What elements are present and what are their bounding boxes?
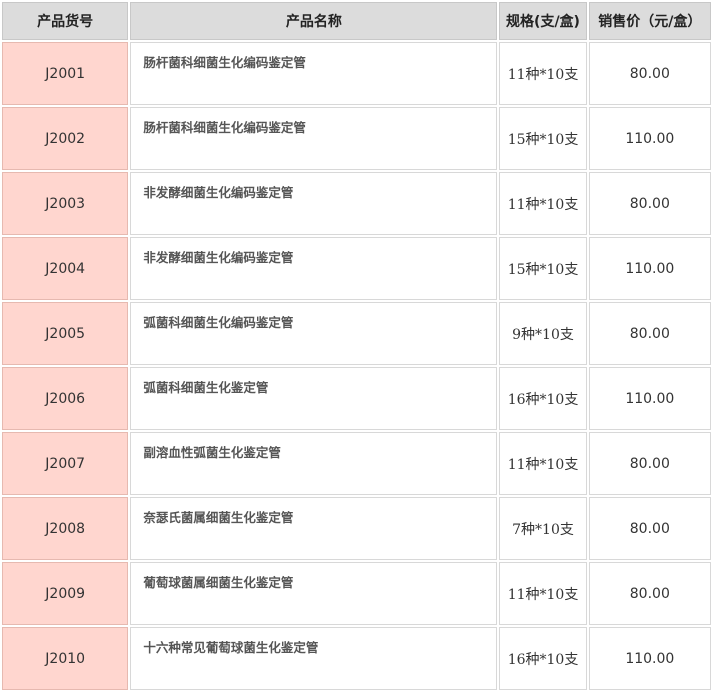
table-row: J2001 肠杆菌科细菌生化编码鉴定管 11种*10支 80.00	[2, 42, 711, 105]
product-spec: 16种*10支	[499, 627, 587, 690]
product-name: 非发酵细菌生化编码鉴定管	[130, 237, 498, 300]
table-row: J2007 副溶血性弧菌生化鉴定管 11种*10支 80.00	[2, 432, 711, 495]
product-name: 非发酵细菌生化编码鉴定管	[130, 172, 498, 235]
product-price: 80.00	[588, 562, 711, 625]
product-price: 80.00	[588, 497, 711, 560]
product-price: 110.00	[588, 627, 711, 690]
product-spec: 11种*10支	[499, 562, 587, 625]
product-name: 葡萄球菌属细菌生化鉴定管	[130, 562, 498, 625]
product-price: 110.00	[588, 237, 711, 300]
header-product-name: 产品名称	[130, 2, 498, 40]
product-name: 肠杆菌科细菌生化编码鉴定管	[130, 107, 498, 170]
table-header-row: 产品货号 产品名称 规格(支/盒) 销售价（元/盒）	[2, 2, 711, 40]
product-code: J2004	[2, 237, 129, 300]
product-code: J2009	[2, 562, 129, 625]
product-price: 110.00	[588, 107, 711, 170]
product-code: J2002	[2, 107, 129, 170]
header-spec: 规格(支/盒)	[499, 2, 587, 40]
product-spec: 15种*10支	[499, 107, 587, 170]
product-price: 80.00	[588, 172, 711, 235]
product-name: 奈瑟氏菌属细菌生化鉴定管	[130, 497, 498, 560]
header-product-code: 产品货号	[2, 2, 129, 40]
product-spec: 16种*10支	[499, 367, 587, 430]
product-name: 弧菌科细菌生化鉴定管	[130, 367, 498, 430]
product-spec: 7种*10支	[499, 497, 587, 560]
product-spec: 11种*10支	[499, 172, 587, 235]
table-row: J2009 葡萄球菌属细菌生化鉴定管 11种*10支 80.00	[2, 562, 711, 625]
product-code: J2008	[2, 497, 129, 560]
product-name: 肠杆菌科细菌生化编码鉴定管	[130, 42, 498, 105]
product-price: 110.00	[588, 367, 711, 430]
table-row: J2004 非发酵细菌生化编码鉴定管 15种*10支 110.00	[2, 237, 711, 300]
product-spec: 15种*10支	[499, 237, 587, 300]
product-price: 80.00	[588, 302, 711, 365]
table-row: J2006 弧菌科细菌生化鉴定管 16种*10支 110.00	[2, 367, 711, 430]
table-row: J2008 奈瑟氏菌属细菌生化鉴定管 7种*10支 80.00	[2, 497, 711, 560]
product-code: J2007	[2, 432, 129, 495]
table-row: J2005 弧菌科细菌生化编码鉴定管 9种*10支 80.00	[2, 302, 711, 365]
table-row: J2002 肠杆菌科细菌生化编码鉴定管 15种*10支 110.00	[2, 107, 711, 170]
table-row: J2003 非发酵细菌生化编码鉴定管 11种*10支 80.00	[2, 172, 711, 235]
table-row: J2010 十六种常见葡萄球菌生化鉴定管 16种*10支 110.00	[2, 627, 711, 690]
product-name: 副溶血性弧菌生化鉴定管	[130, 432, 498, 495]
product-name: 十六种常见葡萄球菌生化鉴定管	[130, 627, 498, 690]
product-code: J2003	[2, 172, 129, 235]
product-code: J2010	[2, 627, 129, 690]
product-code: J2006	[2, 367, 129, 430]
product-name: 弧菌科细菌生化编码鉴定管	[130, 302, 498, 365]
header-price: 销售价（元/盒）	[588, 2, 711, 40]
product-spec: 9种*10支	[499, 302, 587, 365]
product-price: 80.00	[588, 42, 711, 105]
product-price-table: 产品货号 产品名称 规格(支/盒) 销售价（元/盒） J2001 肠杆菌科细菌生…	[0, 0, 713, 692]
product-spec: 11种*10支	[499, 432, 587, 495]
product-code: J2001	[2, 42, 129, 105]
product-price: 80.00	[588, 432, 711, 495]
product-code: J2005	[2, 302, 129, 365]
product-spec: 11种*10支	[499, 42, 587, 105]
